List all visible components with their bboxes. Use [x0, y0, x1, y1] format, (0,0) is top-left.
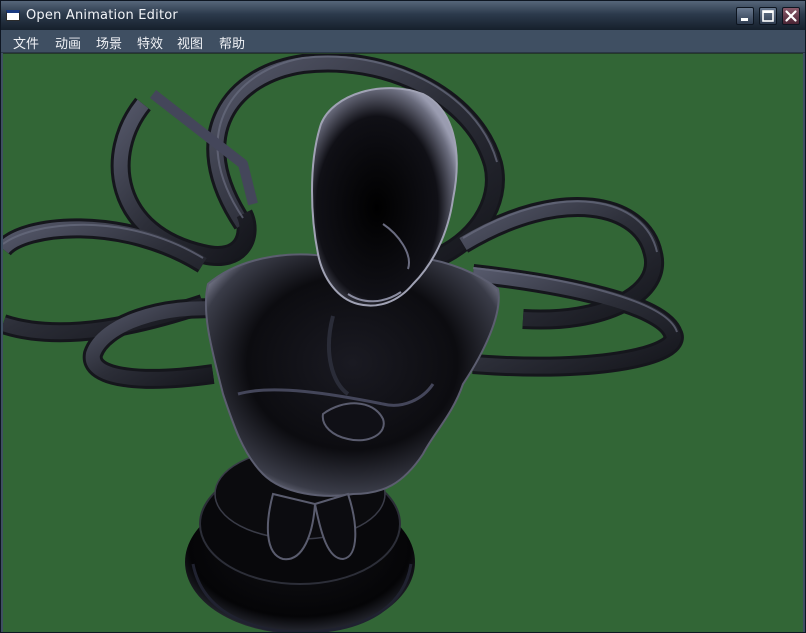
menu-bar: 文件 动画 场景 特效 视图 帮助 [1, 30, 805, 53]
3d-viewport[interactable] [3, 53, 803, 632]
scene-render [3, 54, 684, 632]
menu-scene[interactable]: 场景 [96, 33, 122, 52]
close-button[interactable] [782, 7, 800, 25]
menu-file[interactable]: 文件 [13, 33, 39, 52]
window-app-icon[interactable] [6, 10, 20, 21]
maximize-icon [762, 10, 774, 22]
title-bar[interactable]: Open Animation Editor [1, 1, 805, 31]
menu-animation[interactable]: 动画 [55, 33, 81, 52]
close-icon [785, 10, 797, 22]
minimize-icon [741, 18, 748, 21]
maximize-button[interactable] [759, 7, 777, 25]
menu-view[interactable]: 视图 [177, 33, 203, 52]
menu-effects[interactable]: 特效 [137, 33, 163, 52]
app-window: Open Animation Editor 文件 动画 场景 特效 视图 帮助 [0, 0, 806, 633]
window-title: Open Animation Editor [26, 8, 178, 23]
minimize-button[interactable] [736, 7, 754, 25]
menu-help[interactable]: 帮助 [219, 33, 245, 52]
